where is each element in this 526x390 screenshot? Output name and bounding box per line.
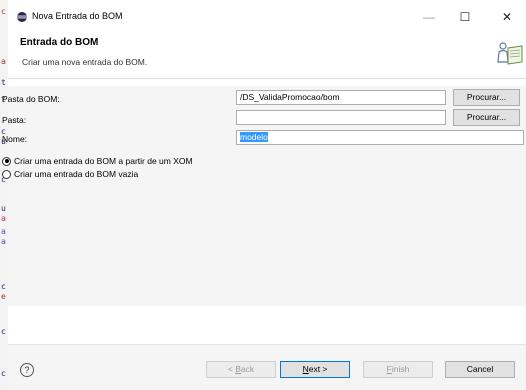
bg-char: e [1, 292, 6, 301]
finish-button[interactable]: Finish [363, 361, 433, 378]
radio-from-xom-label: Criar uma entrada do BOM a partir de um … [14, 156, 193, 166]
bg-char: c [1, 327, 6, 336]
window-title: Nova Entrada do BOM [32, 11, 123, 21]
wizard-person-book-icon [497, 42, 523, 65]
folder-input[interactable] [236, 110, 446, 125]
name-input[interactable]: modelo [236, 130, 524, 145]
bg-char: a [1, 214, 6, 223]
radio-empty-label: Criar uma entrada do BOM vazia [14, 169, 139, 179]
bom-folder-input[interactable]: /DS_ValidaPromocao/bom [236, 90, 446, 105]
bg-char: c [1, 282, 6, 291]
minimize-icon[interactable]: — [414, 6, 444, 28]
bom-folder-label: Pasta do BOM: [2, 94, 60, 104]
cancel-button[interactable]: Cancel [445, 361, 515, 378]
new-bom-entry-dialog: Nova Entrada do BOM — ☐ ✕ Entrada do BOM… [2, 0, 526, 390]
folder-label: Pasta: [2, 115, 27, 125]
folder-browse-button[interactable]: Procurar... [453, 109, 520, 126]
bg-char: a [1, 237, 6, 246]
banner-separator [8, 78, 526, 79]
title-bar[interactable]: Nova Entrada do BOM — ☐ ✕ [8, 0, 526, 32]
name-input-value: modelo [240, 132, 268, 142]
bg-char: a [1, 227, 6, 236]
name-label: Nome: [2, 134, 28, 144]
maximize-icon[interactable]: ☐ [450, 6, 480, 28]
button-bar: ? < Back Next > Finish Cancel [8, 345, 526, 390]
wizard-banner: Entrada do BOM Criar uma nova entrada do… [8, 32, 526, 76]
bg-char: c [1, 369, 6, 378]
radio-selected-icon[interactable] [2, 156, 11, 166]
bom-folder-browse-button[interactable]: Procurar... [453, 89, 520, 106]
form-area: Pasta do BOM: /DS_ValidaPromocao/bom Pro… [2, 86, 526, 306]
back-button[interactable]: < Back [206, 361, 276, 378]
eclipse-app-icon [17, 12, 27, 22]
close-icon[interactable]: ✕ [492, 6, 522, 28]
page-title: Entrada do BOM [20, 37, 99, 48]
radio-unselected-icon[interactable] [2, 169, 11, 179]
radio-from-xom[interactable]: Criar uma entrada do BOM a partir de um … [2, 156, 193, 166]
next-button[interactable]: Next > [280, 361, 350, 378]
bg-char: c [1, 7, 6, 16]
page-description: Criar uma nova entrada do BOM. [22, 57, 148, 67]
bg-char: u [1, 204, 6, 213]
bg-char: a [1, 57, 6, 66]
bg-char: t [1, 78, 6, 87]
help-icon[interactable]: ? [20, 363, 34, 377]
radio-empty[interactable]: Criar uma entrada do BOM vazia [2, 169, 138, 179]
